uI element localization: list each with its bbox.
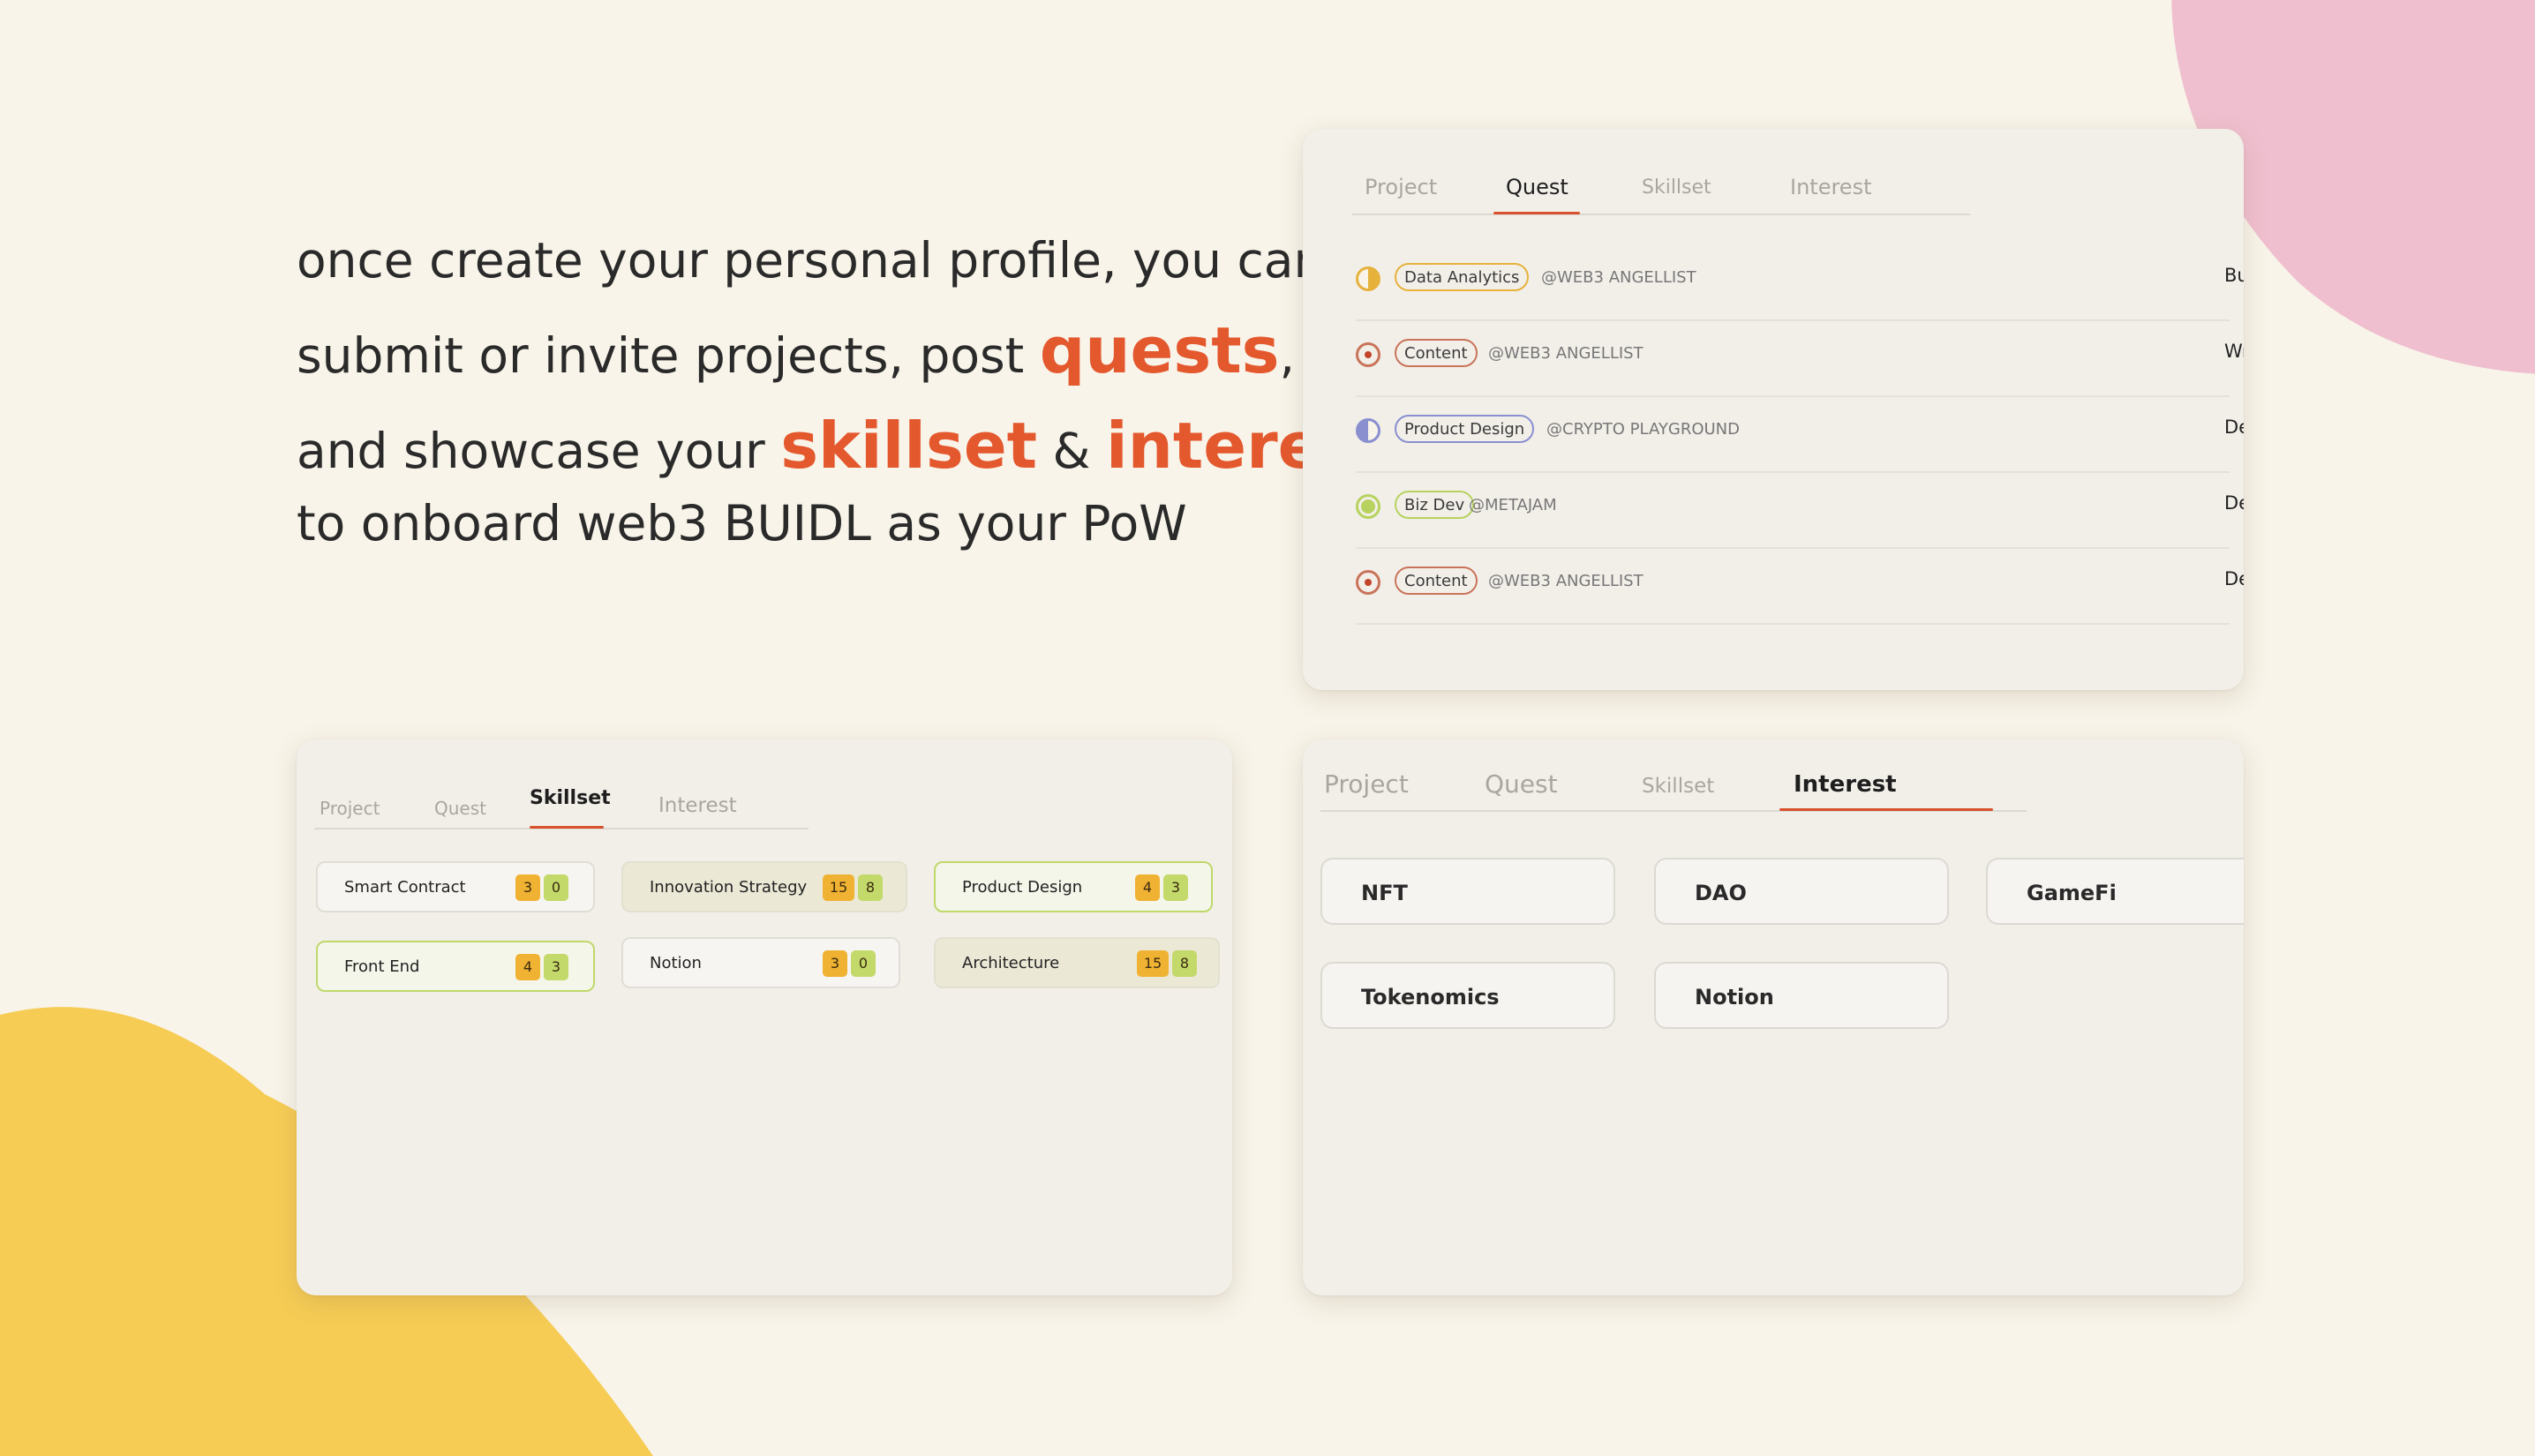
quest-handle: @WEB3 ANGELLIST xyxy=(1541,268,1696,287)
headline-line-1: once create your personal profile, you c… xyxy=(297,232,1325,289)
skill-chip[interactable]: Innovation Strategy 15 8 xyxy=(621,861,907,912)
quest-row[interactable]: Biz Dev @METAJAM Design a Figma Prototyp… xyxy=(1356,471,2244,549)
skill-name: Architecture xyxy=(962,954,1060,972)
highlight-quests: quests xyxy=(1039,313,1280,387)
tab-project[interactable]: Project xyxy=(1324,769,1409,799)
active-tab-indicator xyxy=(1779,808,1993,811)
skill-chip[interactable]: Smart Contract 3 0 xyxy=(316,861,595,912)
quest-handle: @WEB3 ANGELLIST xyxy=(1488,344,1644,363)
quest-tag: Content xyxy=(1395,339,1478,367)
skill-chip[interactable]: Architecture 15 8 xyxy=(934,937,1220,988)
interest-chip[interactable]: GameFi xyxy=(1986,858,2244,925)
quest-handle: @CRYPTO PLAYGROUND xyxy=(1546,420,1740,439)
quest-tag: Product Design xyxy=(1395,415,1535,443)
highlight-skillset: skillset xyxy=(780,409,1038,483)
quest-row[interactable]: Content @WEB3 ANGELLIST Write a Mirror A… xyxy=(1356,319,2244,397)
skill-name: Notion xyxy=(650,954,702,972)
interest-card: Project Quest Skillset Interest NFT DAO … xyxy=(1303,739,2244,1295)
skill-count-badge: 3 xyxy=(544,954,568,980)
skillset-card: Project Quest Skillset Interest Smart Co… xyxy=(297,739,1232,1295)
interest-label: Notion xyxy=(1695,985,1774,1009)
half-circle-yellow-icon xyxy=(1356,266,1380,291)
tab-project[interactable]: Project xyxy=(1365,175,1437,199)
dot-circle-red-icon xyxy=(1356,570,1380,595)
tab-interest[interactable]: Interest xyxy=(1790,175,1871,199)
quest-card: Project Quest Skillset Interest Data Ana… xyxy=(1303,129,2244,690)
tab-divider xyxy=(1352,214,1970,215)
headline-text: , xyxy=(1279,327,1295,384)
tab-quest[interactable]: Quest xyxy=(434,798,486,819)
tab-skillset[interactable]: Skillset xyxy=(530,787,611,809)
skill-count-badge: 4 xyxy=(515,954,540,980)
tab-quest[interactable]: Quest xyxy=(1485,769,1558,799)
skill-name: Innovation Strategy xyxy=(650,878,808,897)
skill-name: Smart Contract xyxy=(344,878,466,897)
tab-interest[interactable]: Interest xyxy=(658,794,737,817)
headline-line-3: and showcase your skillset & interest xyxy=(297,408,1389,484)
skill-count-badge: 15 xyxy=(823,874,854,901)
tab-interest[interactable]: Interest xyxy=(1794,771,1897,798)
skill-chip[interactable]: Notion 3 0 xyxy=(621,937,900,988)
tab-skillset[interactable]: Skillset xyxy=(1642,176,1711,199)
quest-row[interactable]: Product Design @CRYPTO PLAYGROUND Design… xyxy=(1356,395,2244,473)
quest-title: Build a Dune Dashboard xyxy=(2224,265,2244,286)
skill-count-badge: 3 xyxy=(515,874,540,901)
quest-title: Design a Figma Prototype xyxy=(2224,417,2244,438)
skill-count-badge: 0 xyxy=(851,950,876,977)
filled-circle-green-icon xyxy=(1356,494,1380,519)
headline-text: & xyxy=(1037,423,1106,479)
quest-row[interactable]: Content @WEB3 ANGELLIST Design a Figma P… xyxy=(1356,547,2244,625)
interest-label: DAO xyxy=(1695,881,1747,905)
quest-tag: Data Analytics xyxy=(1395,263,1530,291)
interest-chip[interactable]: DAO xyxy=(1654,858,1949,925)
skill-name: Product Design xyxy=(962,878,1083,897)
skill-count-badge: 4 xyxy=(1135,874,1160,901)
quest-handle: @METAJAM xyxy=(1469,496,1557,514)
quest-tag: Biz Dev xyxy=(1395,491,1475,519)
headline-line-4: to onboard web3 BUIDL as your PoW xyxy=(297,495,1187,552)
active-tab-indicator xyxy=(530,826,604,829)
active-tab-indicator xyxy=(1493,212,1580,214)
quest-row[interactable]: Data Analytics @WEB3 ANGELLIST Build a D… xyxy=(1356,244,2244,321)
interest-label: NFT xyxy=(1361,881,1408,905)
quest-title: Design a Figma Prototype xyxy=(2224,492,2244,514)
interest-chip[interactable]: Notion xyxy=(1654,962,1949,1029)
quest-tag: Content xyxy=(1395,567,1478,595)
quest-title: Write a Mirror Article xyxy=(2224,341,2244,362)
skill-count-badge: 8 xyxy=(1172,950,1197,977)
dot-circle-red-icon xyxy=(1356,342,1380,367)
interest-label: Tokenomics xyxy=(1361,985,1500,1009)
interest-chip[interactable]: NFT xyxy=(1320,858,1615,925)
quest-title: Design a Figma Prototype xyxy=(2224,568,2244,589)
interest-chip[interactable]: Tokenomics xyxy=(1320,962,1615,1029)
tab-quest[interactable]: Quest xyxy=(1506,175,1568,199)
skill-name: Front End xyxy=(344,957,420,976)
half-circle-blue-icon xyxy=(1356,418,1380,443)
skill-chip[interactable]: Product Design 4 3 xyxy=(934,861,1213,912)
headline-text: submit or invite projects, post xyxy=(297,327,1040,384)
skill-chip[interactable]: Front End 4 3 xyxy=(316,941,595,992)
skill-count-badge: 8 xyxy=(858,874,883,901)
headline-text: and showcase your xyxy=(297,423,781,479)
tab-skillset[interactable]: Skillset xyxy=(1642,775,1714,798)
quest-handle: @WEB3 ANGELLIST xyxy=(1488,572,1644,590)
skill-count-badge: 0 xyxy=(544,874,568,901)
headline-line-2: submit or invite projects, post quests, xyxy=(297,312,1295,388)
skill-count-badge: 3 xyxy=(823,950,847,977)
tab-project[interactable]: Project xyxy=(320,798,380,819)
interest-label: GameFi xyxy=(2027,881,2117,905)
skill-count-badge: 3 xyxy=(1163,874,1188,901)
skill-count-badge: 15 xyxy=(1137,950,1169,977)
